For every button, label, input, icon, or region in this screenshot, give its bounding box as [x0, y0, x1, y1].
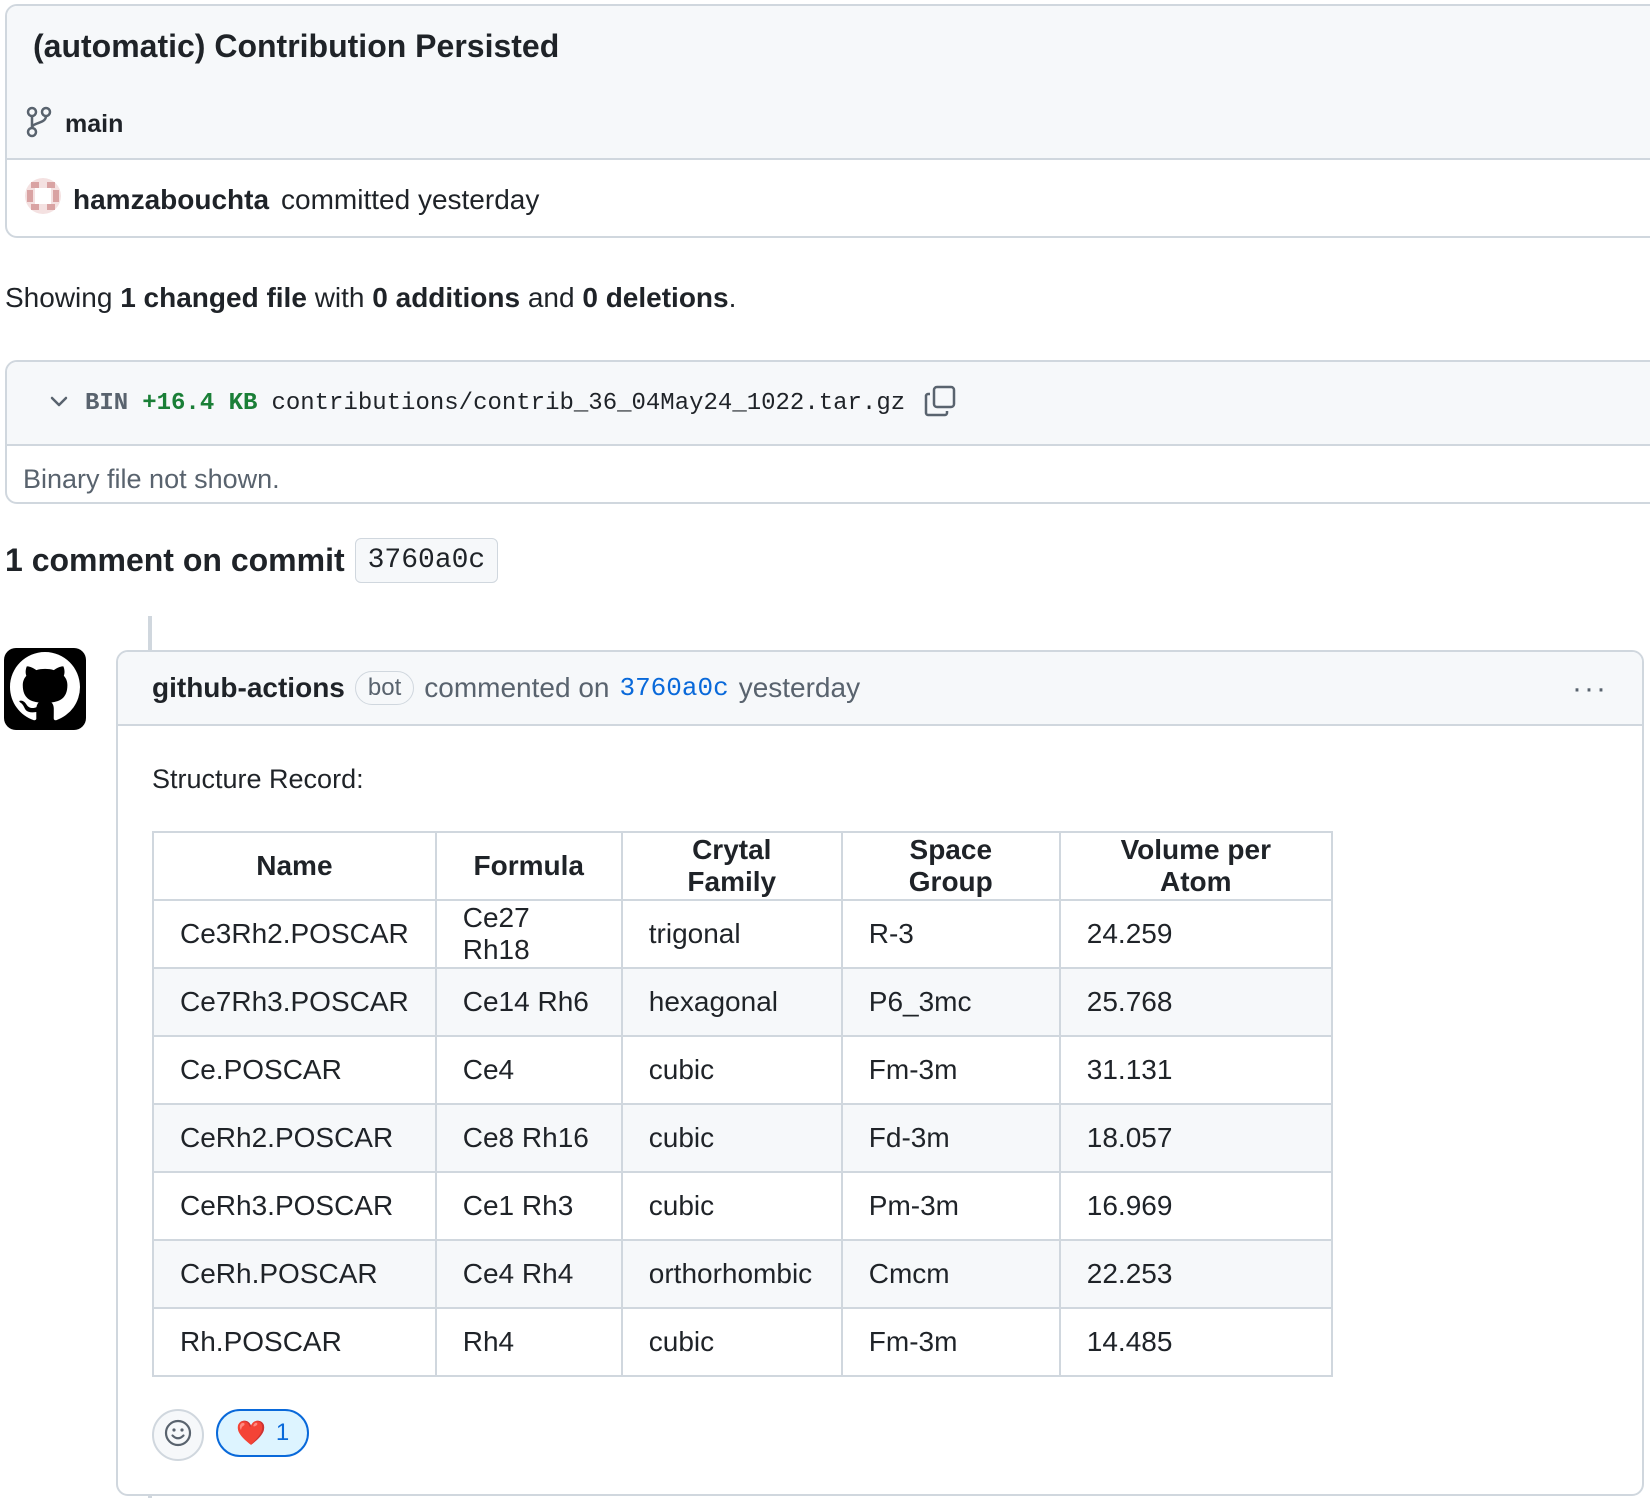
table-cell: Ce4 Rh4 [434, 1239, 623, 1309]
github-logo-icon [10, 651, 80, 727]
comments-heading: 1 comment on commit 3760a0c [5, 538, 499, 583]
github-actions-avatar[interactable] [4, 648, 86, 730]
table-cell: Ce7Rh3.POSCAR [152, 967, 437, 1037]
branch-indicator[interactable]: main [25, 106, 123, 143]
table-cell: cubic [620, 1103, 843, 1173]
table-cell: Ce.POSCAR [152, 1035, 437, 1105]
table-header-cell: Volume per Atom [1058, 831, 1333, 901]
table-cell: cubic [620, 1035, 843, 1105]
table-header-cell: Formula [434, 831, 623, 901]
comments-heading-text: 1 comment on commit [5, 542, 345, 578]
table-header-row: Name Formula Crytal Family Space Group V… [152, 831, 1333, 901]
heart-icon: ❤️ [236, 1419, 266, 1447]
summary-end: . [728, 282, 737, 313]
diff-summary: Showing 1 changed file with 0 additions … [5, 282, 736, 314]
table-row: CeRh3.POSCAR Ce1 Rh3 cubic Pm-3m 16.969 [152, 1171, 1333, 1241]
author-avatar[interactable] [25, 178, 61, 221]
comment-header: github-actions bot commented on 3760a0c … [118, 652, 1642, 726]
table-cell: CeRh3.POSCAR [152, 1171, 437, 1241]
table-cell: Ce3Rh2.POSCAR [152, 899, 437, 969]
table-cell: Cmcm [840, 1239, 1061, 1309]
table-row: Ce.POSCAR Ce4 cubic Fm-3m 31.131 [152, 1035, 1333, 1105]
table-header-cell: Crytal Family [620, 831, 843, 901]
table-cell: 14.485 [1058, 1307, 1333, 1377]
commit-comment: github-actions bot commented on 3760a0c … [116, 650, 1644, 1496]
commit-sha-badge: 3760a0c [354, 538, 499, 583]
table-cell: CeRh2.POSCAR [152, 1103, 437, 1173]
table-row: CeRh.POSCAR Ce4 Rh4 orthorhombic Cmcm 22… [152, 1239, 1333, 1309]
table-cell: CeRh.POSCAR [152, 1239, 437, 1309]
comment-sha-link[interactable]: 3760a0c [619, 673, 728, 703]
git-branch-icon [25, 106, 53, 143]
file-header: BIN +16.4 KB contributions/contrib_36_04… [7, 362, 1650, 446]
copy-icon[interactable] [923, 384, 957, 423]
table-cell: Fm-3m [840, 1035, 1061, 1105]
summary-prefix: Showing [5, 282, 113, 313]
structure-record-label: Structure Record: [152, 764, 364, 794]
commit-title: (automatic) Contribution Persisted [33, 28, 560, 64]
table-header-cell: Space Group [840, 831, 1061, 901]
table-cell: 22.253 [1058, 1239, 1333, 1309]
table-cell: 18.057 [1058, 1103, 1333, 1173]
table-cell: 25.768 [1058, 967, 1333, 1037]
table-cell: 16.969 [1058, 1171, 1333, 1241]
branch-name: main [65, 110, 124, 138]
table-cell: Ce1 Rh3 [434, 1171, 623, 1241]
table-cell: Fm-3m [840, 1307, 1061, 1377]
table-cell: orthorhombic [620, 1239, 843, 1309]
table-header-cell: Name [152, 831, 437, 901]
table-cell: Rh.POSCAR [152, 1307, 437, 1377]
comment-author-link[interactable]: github-actions [152, 672, 345, 704]
comment-body: Structure Record: Name Formula Crytal Fa… [118, 726, 1642, 1461]
table-cell: Ce8 Rh16 [434, 1103, 623, 1173]
add-reaction-button[interactable] [152, 1409, 204, 1461]
summary-files: 1 changed file [120, 282, 307, 313]
table-cell: Rh4 [434, 1307, 623, 1377]
table-cell: trigonal [620, 899, 843, 969]
heart-reaction-button[interactable]: ❤️ 1 [216, 1409, 310, 1457]
summary-deletions: 0 deletions [582, 282, 729, 313]
chevron-down-icon[interactable] [47, 389, 71, 418]
table-cell: 24.259 [1058, 899, 1333, 969]
table-cell: R-3 [840, 899, 1061, 969]
comment-options-button[interactable]: ··· [1572, 672, 1608, 706]
file-diff: BIN +16.4 KB contributions/contrib_36_04… [5, 360, 1650, 504]
commit-action: committed yesterday [281, 183, 540, 215]
comment-verb: commented on [424, 672, 610, 703]
table-row: CeRh2.POSCAR Ce8 Rh16 cubic Fd-3m 18.057 [152, 1103, 1333, 1173]
comment-time[interactable]: yesterday [739, 672, 860, 704]
reactions-bar: ❤️ 1 [152, 1409, 1642, 1461]
table-cell: Ce14 Rh6 [434, 967, 623, 1037]
table-row: Ce7Rh3.POSCAR Ce14 Rh6 hexagonal P6_3mc … [152, 967, 1333, 1037]
commit-author-link[interactable]: hamzabouchta [73, 184, 269, 216]
summary-and: and [527, 282, 575, 313]
table-row: Rh.POSCAR Rh4 cubic Fm-3m 14.485 [152, 1307, 1333, 1377]
table-cell: cubic [620, 1171, 843, 1241]
table-cell: Ce4 [434, 1035, 623, 1105]
commit-header-top: (automatic) Contribution Persisted main [7, 6, 1650, 160]
summary-additions: 0 additions [372, 282, 521, 313]
table-cell: 31.131 [1058, 1035, 1333, 1105]
bot-badge: bot [354, 671, 415, 705]
summary-with: with [314, 282, 365, 313]
commit-header: (automatic) Contribution Persisted main [5, 4, 1650, 238]
table-cell: cubic [620, 1307, 843, 1377]
structure-table: Name Formula Crytal Family Space Group V… [152, 831, 1333, 1377]
table-cell: hexagonal [620, 967, 843, 1037]
file-type: BIN [85, 389, 129, 417]
commit-meta: hamzabouchta committed yesterday [25, 178, 539, 221]
file-size-change: +16.4 KB [142, 389, 258, 417]
table-row: Ce3Rh2.POSCAR Ce27 Rh18 trigonal R-3 24.… [152, 899, 1333, 969]
table-cell: Fd-3m [840, 1103, 1061, 1173]
heart-reaction-count: 1 [275, 1419, 290, 1446]
table-cell: Ce27 Rh18 [434, 899, 623, 969]
file-body-text: Binary file not shown. [23, 464, 280, 494]
file-path-link[interactable]: contributions/contrib_36_04May24_1022.ta… [271, 390, 905, 417]
table-cell: P6_3mc [840, 967, 1061, 1037]
smiley-icon [163, 1418, 193, 1453]
table-cell: Pm-3m [840, 1171, 1061, 1241]
